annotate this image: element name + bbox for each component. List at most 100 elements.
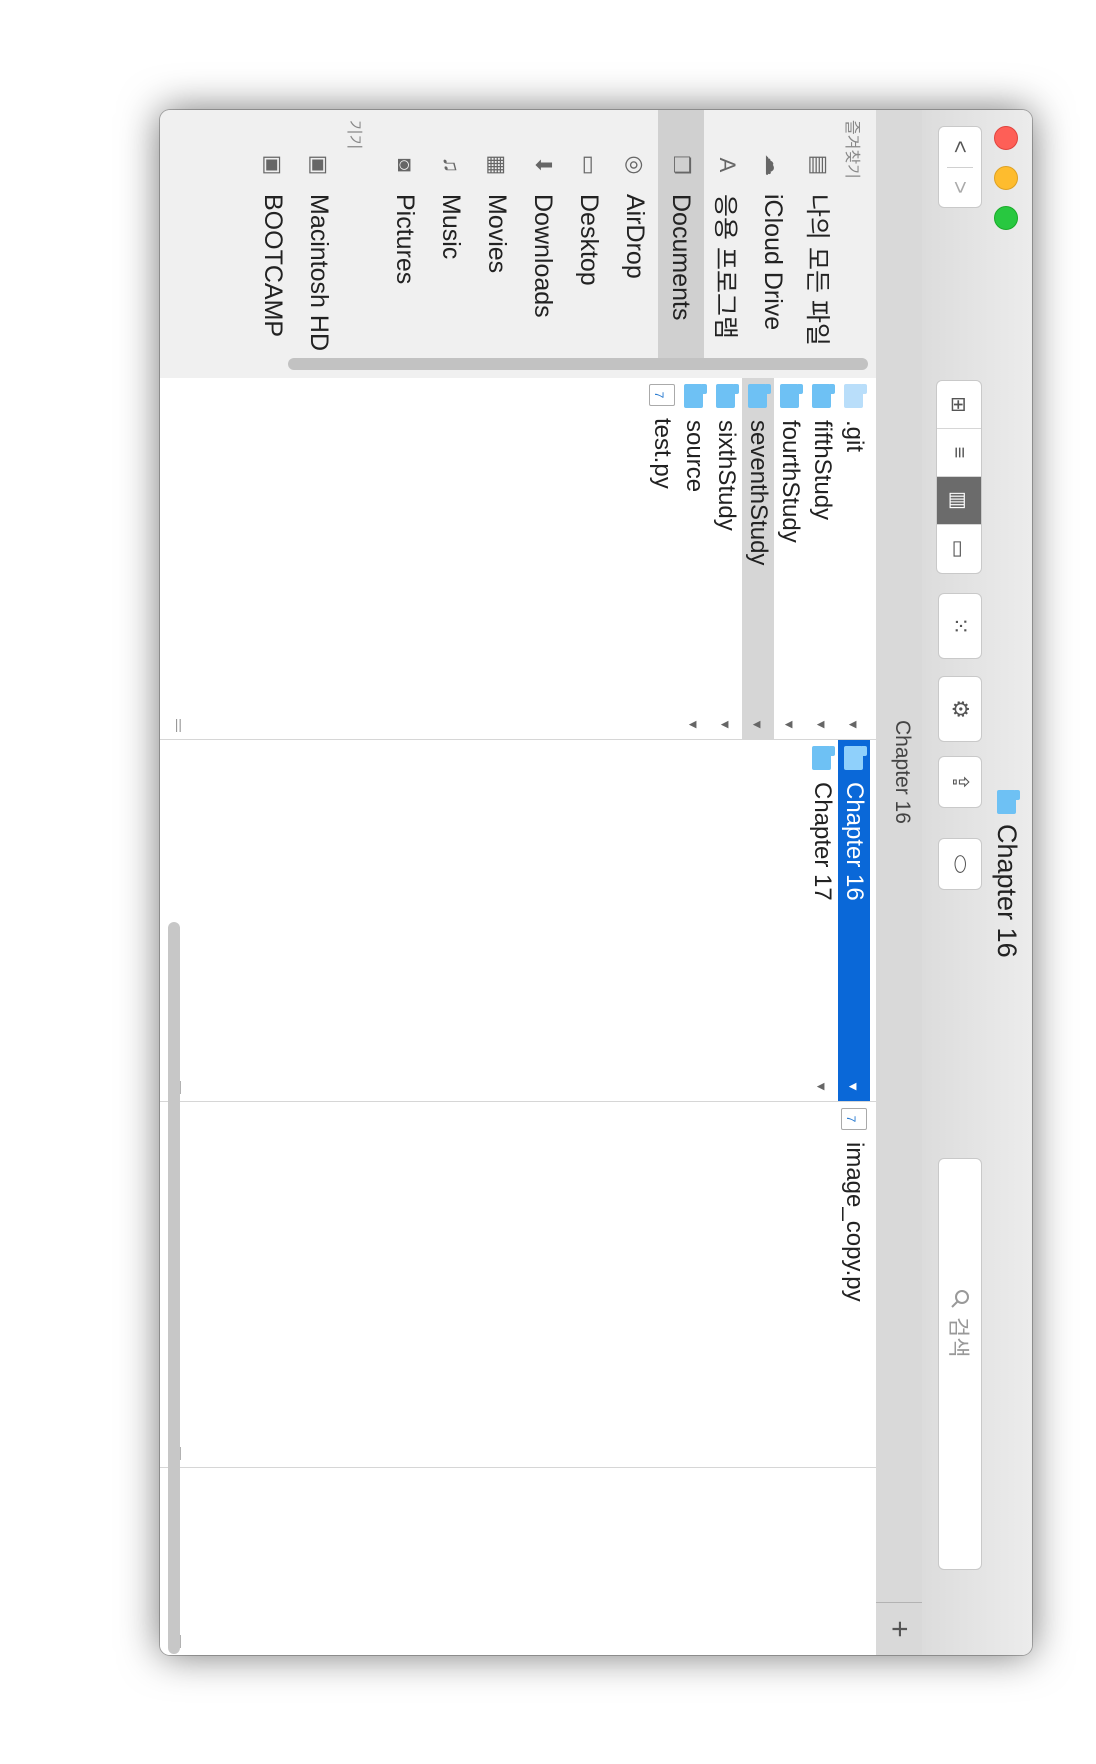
search-icon xyxy=(951,1290,969,1308)
sidebar-item-all-files[interactable]: ▤ 나의 모든 파일 xyxy=(796,110,842,360)
list-item-image-copy-py[interactable]: 7 image_copy.py xyxy=(838,1102,870,1467)
sidebar-scrollbar[interactable] xyxy=(288,358,868,370)
sidebar-item-label: Macintosh HD xyxy=(305,194,334,351)
close-button[interactable] xyxy=(994,126,1018,150)
arrange-icon: ⁙ xyxy=(948,616,973,636)
item-name: sixthStudy xyxy=(713,420,740,531)
applications-icon: A xyxy=(715,157,740,173)
folder-icon xyxy=(684,384,704,408)
back-forward-group: < > xyxy=(938,126,982,208)
sidebar-item-label: Movies xyxy=(483,194,512,274)
item-name: seventhStudy xyxy=(745,420,772,566)
sidebar: 즐겨찾기 ▤ 나의 모든 파일 ☁ iCloud Drive A 응용 프로그램… xyxy=(160,110,876,379)
forward-button[interactable]: > xyxy=(947,168,973,208)
back-button[interactable]: < xyxy=(947,127,973,168)
disk-icon: ▣ xyxy=(261,154,286,176)
sidebar-item-music[interactable]: ♫ Music xyxy=(428,110,474,360)
browser-column-4: || xyxy=(160,1468,876,1655)
arrange-button[interactable]: ⁙ xyxy=(938,593,982,659)
item-name: test.py xyxy=(649,418,676,489)
devices-heading: 기기 xyxy=(345,120,362,150)
disclosure-arrow-icon: ▼ xyxy=(846,1080,862,1093)
action-button[interactable]: ⚙ xyxy=(938,676,982,742)
sidebar-item-icloud-drive[interactable]: ☁ iCloud Drive xyxy=(750,110,796,360)
horizontal-scrollbar[interactable] xyxy=(168,922,180,1654)
column-view-button[interactable]: ▥ xyxy=(937,477,981,525)
sidebar-item-label: Pictures xyxy=(391,194,420,285)
sidebar-item-label: 나의 모든 파일 xyxy=(803,194,831,346)
list-item-fourthstudy[interactable]: fourthStudy ▼ xyxy=(774,378,806,739)
list-item-chapter-16[interactable]: Chapter 16 ▼ xyxy=(838,740,870,1101)
sidebar-item-desktop[interactable]: ▭ Desktop xyxy=(566,110,612,360)
sidebar-item-applications[interactable]: A 응용 프로그램 xyxy=(704,110,750,360)
share-icon: ⇪ xyxy=(948,772,973,792)
zoom-button[interactable] xyxy=(994,206,1018,230)
sidebar-item-movies[interactable]: ▦ Movies xyxy=(474,110,520,360)
sidebar-item-label: Downloads xyxy=(529,194,558,318)
folder-icon xyxy=(748,384,768,408)
list-view-button[interactable]: ≡ xyxy=(937,429,981,477)
list-item-git[interactable]: .git ▼ xyxy=(838,378,870,739)
add-tab-button[interactable]: + xyxy=(876,1602,922,1655)
folder-icon xyxy=(844,746,864,770)
list-item-chapter-17[interactable]: Chapter 17 ▼ xyxy=(806,740,838,1101)
window-title-text: Chapter 16 xyxy=(992,824,1022,958)
python-file-icon: 7 xyxy=(649,384,675,406)
finder-window: Chapter 16 < > ⊞ ≡ ▥ ▭ ⁙ ⚙ ⇪ ⬭ 검색 Chapte… xyxy=(160,110,1032,1655)
item-name: source xyxy=(681,420,708,493)
folder-icon xyxy=(780,384,800,408)
tag-button[interactable]: ⬭ xyxy=(938,838,982,890)
sidebar-item-documents[interactable]: ❐ Documents xyxy=(658,110,704,360)
sidebar-item-bootcamp[interactable]: ▣ BOOTCAMP xyxy=(250,110,296,360)
python-file-icon: 7 xyxy=(841,1108,867,1130)
sidebar-item-airdrop[interactable]: ◎ AirDrop xyxy=(612,110,658,360)
folder-icon xyxy=(812,384,832,408)
item-name: fourthStudy xyxy=(777,420,804,543)
sidebar-item-macintosh-hd[interactable]: ▣ Macintosh HD xyxy=(296,110,342,360)
window-title: Chapter 16 xyxy=(991,790,1022,958)
sidebar-item-label: iCloud Drive xyxy=(759,194,788,331)
icon-view-button[interactable]: ⊞ xyxy=(937,381,981,429)
disclosure-arrow-icon: ▼ xyxy=(750,718,766,731)
search-placeholder: 검색 xyxy=(946,1317,971,1358)
music-icon: ♫ xyxy=(439,156,464,174)
disk-icon: ▣ xyxy=(307,154,332,176)
item-name: .git xyxy=(841,420,868,453)
current-folder-label: Chapter 16 xyxy=(891,720,914,824)
share-button[interactable]: ⇪ xyxy=(938,756,982,808)
sidebar-item-downloads[interactable]: ⬇ Downloads xyxy=(520,110,566,360)
disclosure-arrow-icon: ▼ xyxy=(814,1080,830,1093)
list-item-sixthstudy[interactable]: sixthStudy ▼ xyxy=(710,378,742,739)
folder-icon xyxy=(716,384,736,408)
item-name: image_copy.py xyxy=(841,1142,868,1302)
item-name: fifthStudy xyxy=(809,420,836,521)
favorites-heading: 즐겨찾기 xyxy=(843,120,860,179)
sidebar-item-label: Documents xyxy=(667,194,696,321)
folder-icon xyxy=(844,384,864,408)
movies-icon: ▦ xyxy=(485,154,510,176)
folder-icon xyxy=(812,746,832,770)
minimize-button[interactable] xyxy=(994,166,1018,190)
browser-column-1: .git ▼ fifthStudy ▼ fourthStudy ▼ sevent… xyxy=(160,378,876,740)
item-name: Chapter 16 xyxy=(841,782,868,901)
column-resize-handle[interactable]: || xyxy=(170,719,182,735)
tag-icon: ⬭ xyxy=(948,854,973,874)
sidebar-item-label: 응용 프로그램 xyxy=(711,194,739,339)
column-header-bar: Chapter 16 + xyxy=(875,110,922,1655)
list-item-fifthstudy[interactable]: fifthStudy ▼ xyxy=(806,378,838,739)
search-field[interactable]: 검색 xyxy=(938,1158,982,1570)
documents-icon: ❐ xyxy=(669,155,694,175)
list-item-test-py[interactable]: 7 test.py xyxy=(646,378,678,739)
airdrop-icon: ◎ xyxy=(623,155,648,175)
all-files-icon: ▤ xyxy=(807,154,832,176)
list-item-source[interactable]: source ▼ xyxy=(678,378,710,739)
gear-icon: ⚙ xyxy=(948,699,973,719)
item-name: Chapter 17 xyxy=(809,782,836,901)
sidebar-item-pictures[interactable]: ◙ Pictures xyxy=(382,110,428,360)
gallery-view-button[interactable]: ▭ xyxy=(937,525,981,573)
disclosure-arrow-icon: ▼ xyxy=(814,718,830,731)
disclosure-arrow-icon: ▼ xyxy=(846,718,862,731)
list-item-seventhstudy[interactable]: seventhStudy ▼ xyxy=(742,378,774,739)
sidebar-item-label: BOOTCAMP xyxy=(259,194,288,338)
sidebar-item-label: AirDrop xyxy=(621,194,650,279)
